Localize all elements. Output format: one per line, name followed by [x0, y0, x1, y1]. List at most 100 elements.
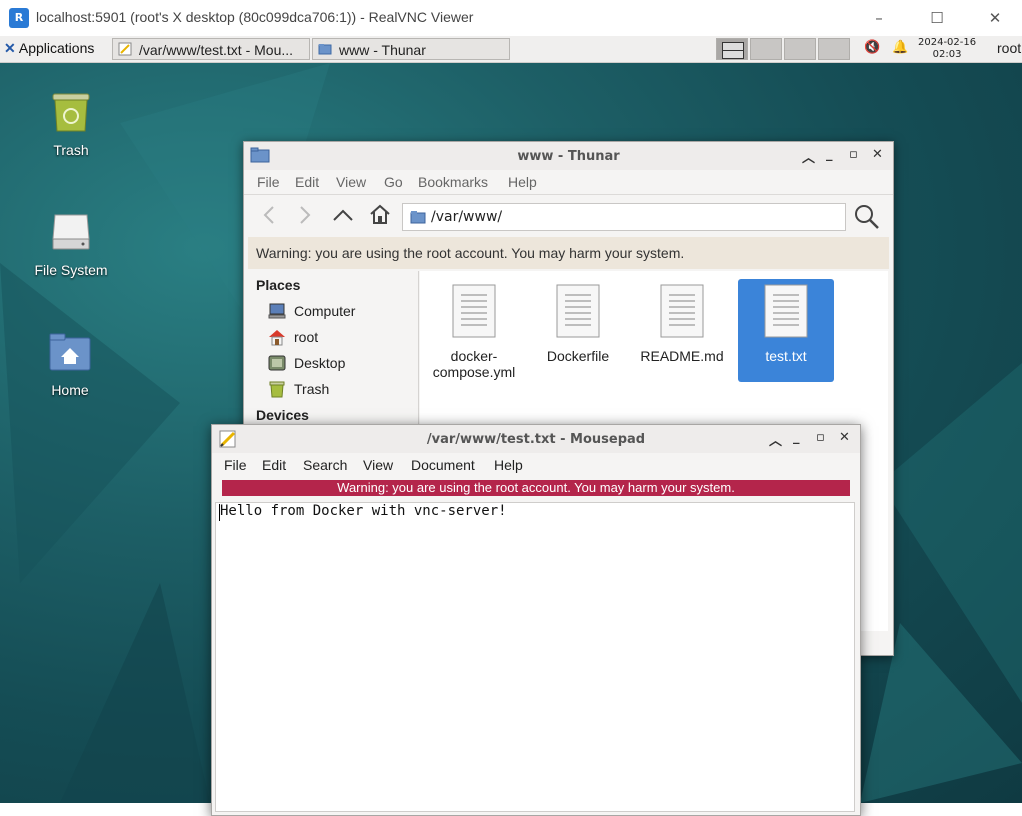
search-icon[interactable]	[854, 204, 880, 230]
sidebar-item-computer[interactable]: Computer	[268, 301, 355, 321]
taskbar-button-mousepad[interactable]: /var/www/test.txt - Mou...	[112, 38, 310, 60]
hard-drive-icon	[52, 214, 90, 250]
mousepad-window-title: /var/www/test.txt - Mousepad	[426, 432, 646, 447]
file-name: Dockerfile	[546, 348, 610, 364]
menu-bookmarks[interactable]: Bookmarks	[418, 174, 488, 190]
forward-arrow-icon[interactable]	[296, 205, 314, 225]
taskbar-label: /var/www/test.txt - Mou...	[139, 42, 294, 58]
desktop-icon-label: Trash	[53, 142, 89, 158]
menu-view[interactable]: View	[363, 457, 393, 473]
file-name: README.md	[640, 348, 724, 364]
desktop-icon-label: Home	[51, 382, 89, 398]
taskbar-button-thunar[interactable]: www - Thunar	[312, 38, 510, 60]
root-warning-banner: Warning: you are using the root account.…	[248, 237, 889, 269]
text-file-icon	[764, 284, 808, 338]
vnc-close-button[interactable]: ✕	[980, 6, 1010, 30]
location-path: /var/www/	[431, 209, 503, 225]
vnc-minimize-button[interactable]: –	[864, 6, 894, 30]
places-header: Places	[256, 277, 301, 293]
maximize-button[interactable]: ▫	[849, 147, 858, 162]
applications-menu-button[interactable]: ✕ Applications	[4, 40, 94, 57]
clock-date: 2024-02-16	[918, 37, 977, 48]
back-arrow-icon[interactable]	[260, 205, 278, 225]
home-icon	[269, 330, 285, 346]
workspace-1[interactable]	[716, 38, 748, 60]
applications-label: Applications	[18, 40, 95, 56]
realvnc-logo-icon: R	[9, 8, 29, 28]
home-folder-icon	[49, 333, 91, 371]
desktop-icon-file-system[interactable]: File System	[21, 209, 121, 278]
mousepad-window: /var/www/test.txt - Mousepad ︿ _ ▫ ✕ Fil…	[211, 424, 861, 816]
desktop-icon-label: File System	[34, 262, 108, 278]
location-bar[interactable]: /var/www/	[402, 203, 846, 231]
workspace-2[interactable]	[750, 38, 782, 60]
taskbar-label: www - Thunar	[339, 42, 426, 58]
user-menu[interactable]: root	[997, 40, 1021, 56]
menu-go[interactable]: Go	[384, 174, 403, 190]
folder-icon	[318, 44, 332, 55]
volume-muted-icon[interactable]: 🔇	[864, 40, 880, 55]
thunar-titlebar[interactable]: www - Thunar ︿ _ ▫ ✕	[244, 142, 893, 170]
file-item-selected[interactable]: test.txt	[738, 279, 834, 382]
mousepad-app-icon	[118, 42, 132, 56]
shade-button[interactable]: ︿	[769, 430, 782, 449]
root-warning-banner: Warning: you are using the root account.…	[222, 480, 850, 496]
mousepad-titlebar[interactable]: /var/www/test.txt - Mousepad ︿ _ ▫ ✕	[212, 425, 860, 453]
menu-file[interactable]: File	[257, 174, 280, 190]
minimize-button[interactable]: _	[826, 147, 833, 162]
vnc-window-titlebar: R localhost:5901 (root's X desktop (80c0…	[0, 0, 1022, 36]
close-button[interactable]: ✕	[872, 147, 883, 162]
sidebar-item-root[interactable]: root	[268, 327, 318, 347]
close-button[interactable]: ✕	[839, 430, 850, 445]
workspace-3[interactable]	[784, 38, 816, 60]
menu-edit[interactable]: Edit	[262, 457, 286, 473]
trash-icon	[52, 93, 90, 132]
mousepad-menubar: File Edit Search View Document Help	[212, 453, 860, 477]
menu-document[interactable]: Document	[411, 457, 475, 473]
text-editor-area[interactable]: Hello from Docker with vnc-server!	[215, 502, 855, 812]
menu-edit[interactable]: Edit	[295, 174, 319, 190]
file-name: docker-	[450, 348, 498, 364]
computer-icon	[268, 303, 286, 319]
menu-search[interactable]: Search	[303, 457, 347, 473]
xfce-top-panel: ✕ Applications /var/www/test.txt - Mou..…	[0, 36, 1022, 63]
desktop-icon	[268, 355, 286, 371]
sidebar-item-desktop[interactable]: Desktop	[268, 353, 345, 373]
vnc-maximize-button[interactable]: ☐	[922, 6, 952, 30]
sidebar-item-trash[interactable]: Trash	[268, 379, 329, 399]
devices-header: Devices	[256, 407, 309, 423]
sidebar-item-label: Desktop	[294, 355, 346, 371]
xfce-logo-icon: ✕	[4, 40, 16, 56]
file-item[interactable]: docker- compose.yml	[426, 279, 522, 382]
file-item[interactable]: README.md	[634, 279, 730, 382]
file-item[interactable]: Dockerfile	[530, 279, 626, 382]
vnc-window-title: localhost:5901 (root's X desktop (80c099…	[36, 9, 474, 25]
workspace-4[interactable]	[818, 38, 850, 60]
panel-clock[interactable]: 2024-02-16 02:03	[918, 37, 976, 61]
menu-file[interactable]: File	[224, 457, 247, 473]
sidebar-item-label: Computer	[294, 303, 356, 319]
desktop-icon-trash[interactable]: Trash	[21, 89, 121, 158]
thunar-menubar: File Edit View Go Bookmarks Help	[244, 170, 893, 194]
file-name-cont: compose.yml	[432, 364, 516, 380]
text-file-icon	[556, 284, 600, 338]
desktop-icon-home[interactable]: Home	[20, 329, 120, 398]
shade-button[interactable]: ︿	[802, 147, 815, 166]
sidebar-item-label: Trash	[294, 381, 330, 397]
menu-view[interactable]: View	[336, 174, 366, 190]
trash-icon	[269, 381, 285, 398]
maximize-button[interactable]: ▫	[816, 430, 825, 445]
notification-bell-icon[interactable]: 🔔	[892, 40, 908, 55]
clock-time: 02:03	[932, 49, 962, 60]
home-icon[interactable]	[368, 203, 392, 225]
menu-help[interactable]: Help	[494, 457, 523, 473]
text-file-icon	[660, 284, 704, 338]
sidebar-item-label: root	[294, 329, 319, 345]
file-name: test.txt	[765, 348, 807, 364]
folder-icon	[410, 211, 426, 224]
thunar-window-title: www - Thunar	[517, 149, 620, 164]
minimize-button[interactable]: _	[793, 430, 800, 445]
text-file-icon	[452, 284, 496, 338]
menu-help[interactable]: Help	[508, 174, 537, 190]
up-arrow-icon[interactable]	[332, 205, 354, 225]
